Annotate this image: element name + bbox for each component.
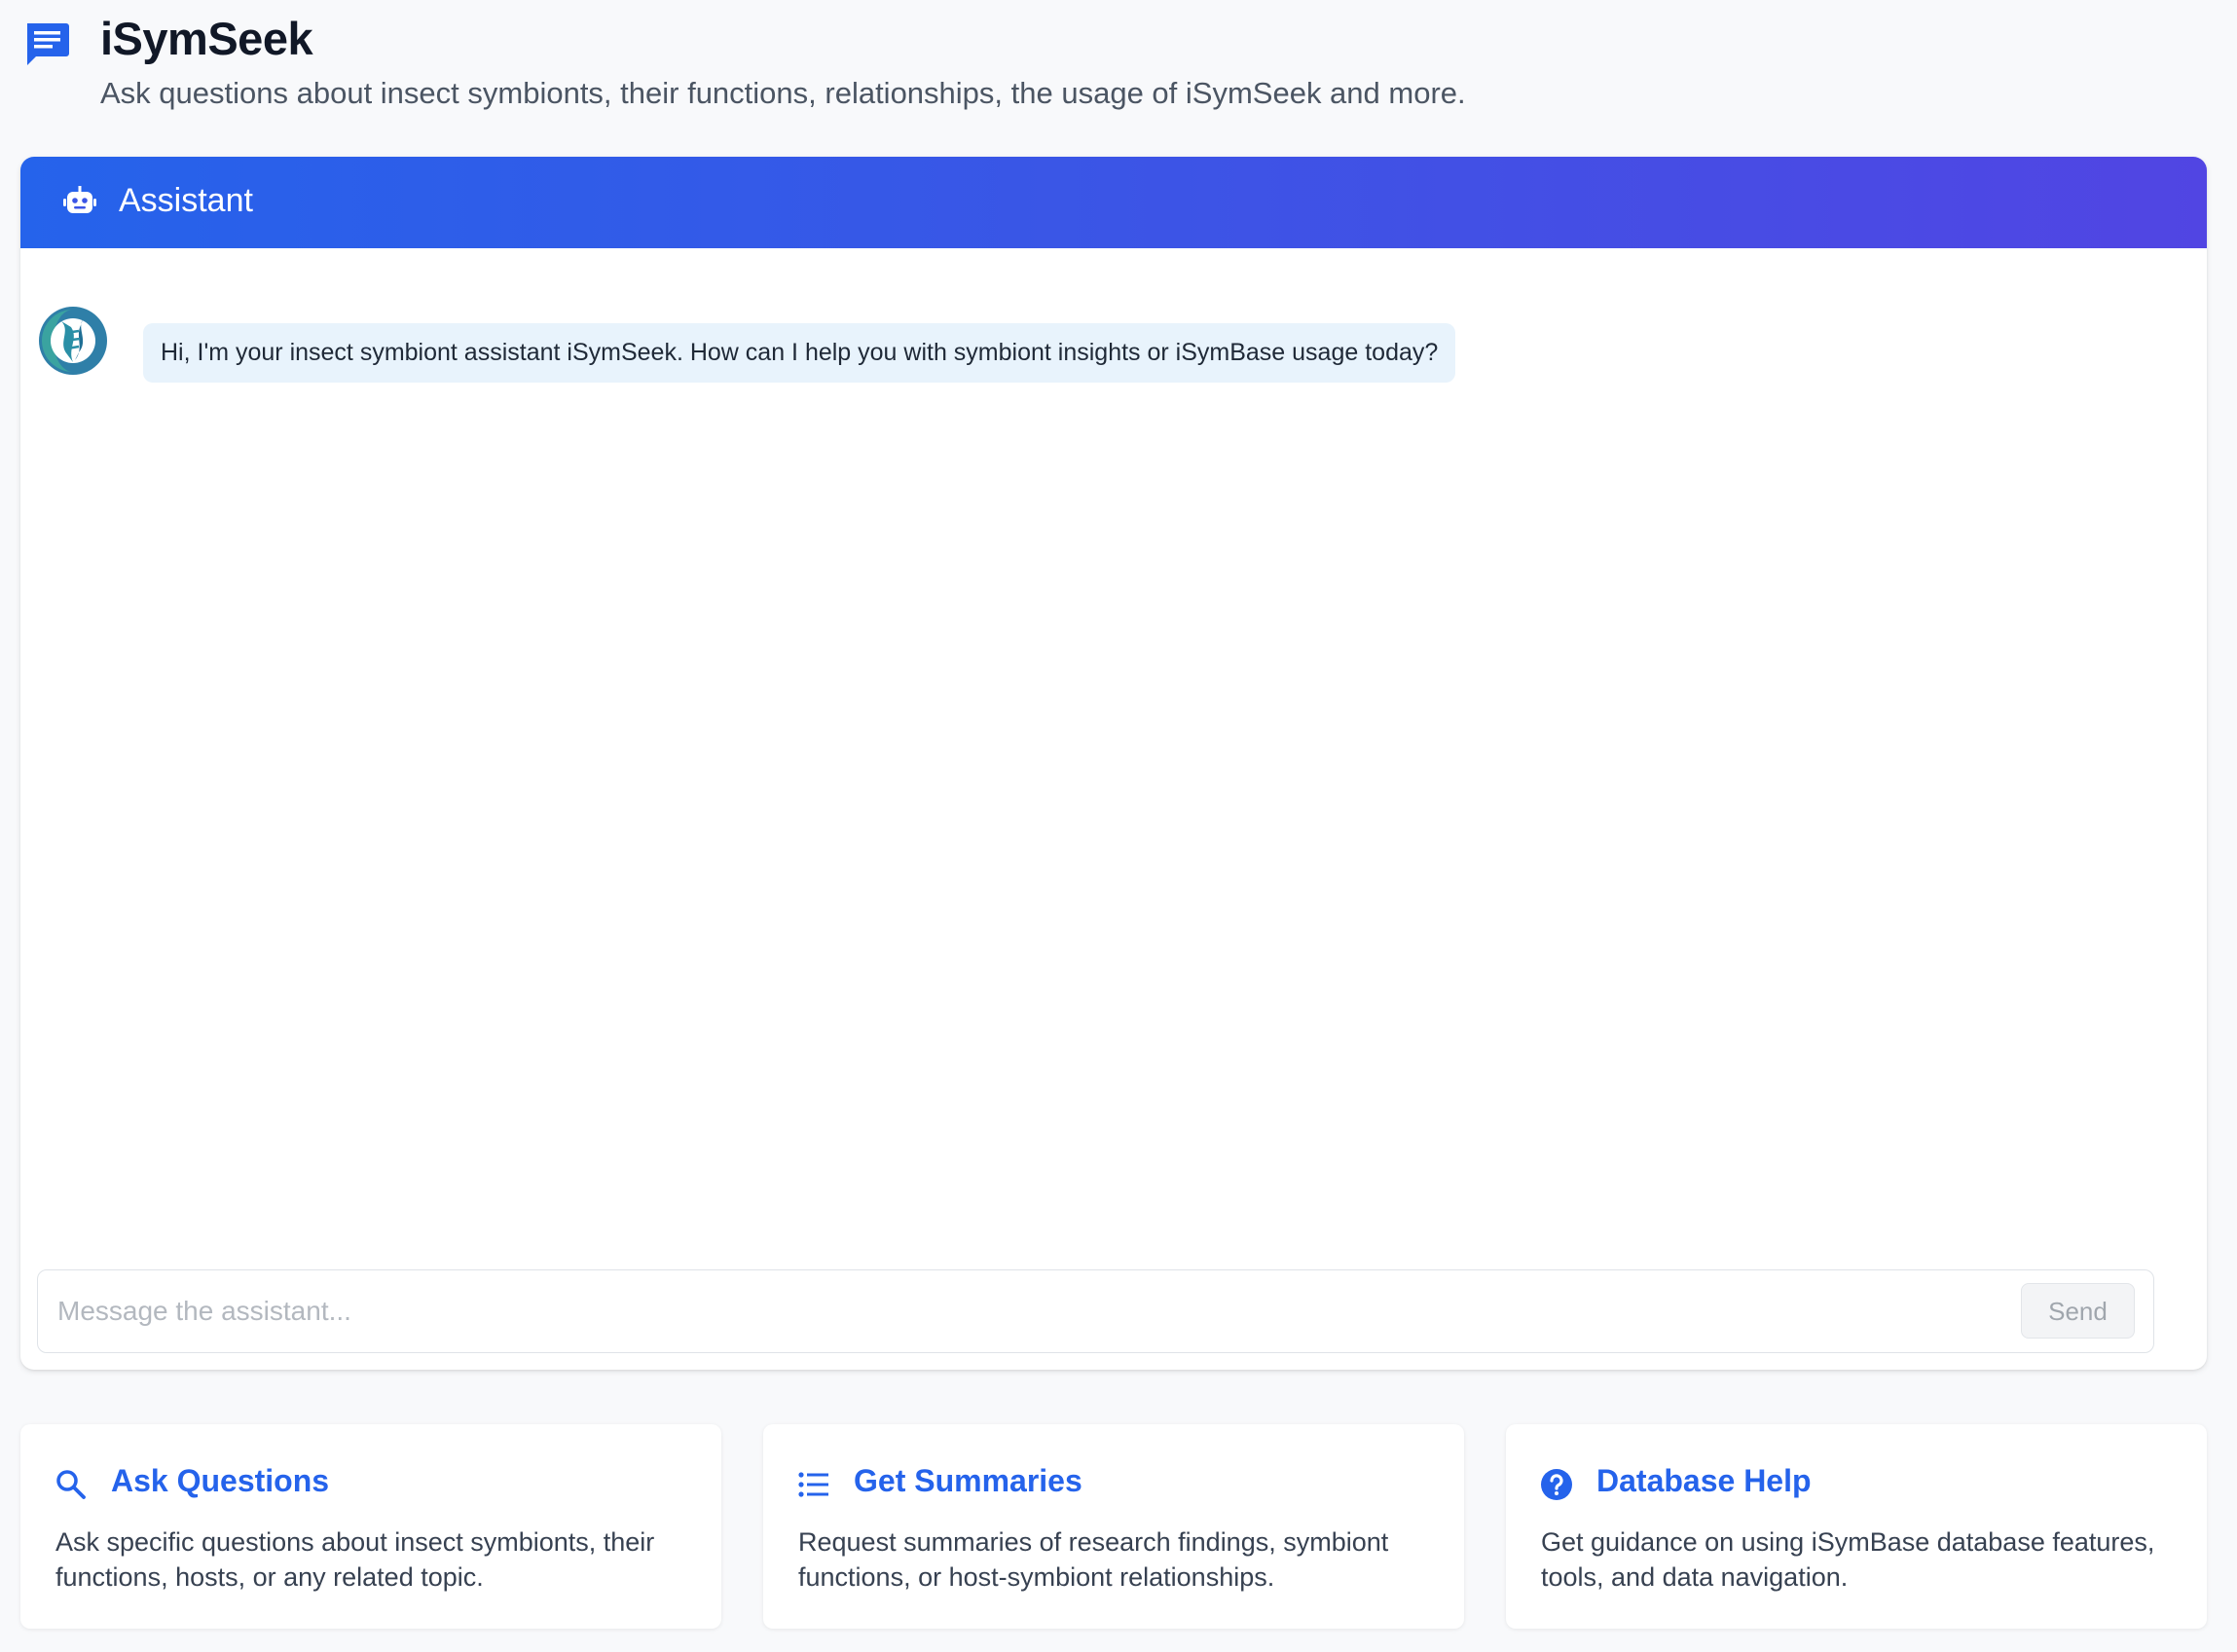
chat-panel: Assistant Hi, I'm your insect symbiont a… bbox=[20, 157, 2207, 1370]
feature-card-database-help: Database Help Get guidance on using iSym… bbox=[1506, 1424, 2207, 1629]
feature-description: Ask specific questions about insect symb… bbox=[55, 1527, 655, 1592]
page-title: iSymSeek bbox=[100, 13, 313, 64]
feature-card-ask-questions: Ask Questions Ask specific questions abo… bbox=[20, 1424, 721, 1629]
assistant-avatar bbox=[38, 306, 108, 376]
assistant-message: Hi, I'm your insect symbiont assistant i… bbox=[143, 323, 1456, 383]
chat-header-label: Assistant bbox=[119, 182, 253, 219]
feature-title: Ask Questions bbox=[111, 1463, 330, 1498]
feature-description: Request summaries of research findings, … bbox=[798, 1527, 1389, 1592]
feature-description: Get guidance on using iSymBase database … bbox=[1541, 1527, 2155, 1592]
search-icon bbox=[56, 1470, 86, 1499]
feature-title: Get Summaries bbox=[854, 1463, 1082, 1498]
list-icon bbox=[798, 1472, 828, 1497]
send-button[interactable]: Send bbox=[2021, 1283, 2135, 1339]
chat-header: Assistant bbox=[20, 157, 2207, 248]
help-circle-icon bbox=[1541, 1469, 1572, 1500]
page-subtitle: Ask questions about insect symbionts, th… bbox=[100, 76, 1466, 110]
message-input[interactable] bbox=[57, 1288, 2004, 1335]
feature-title: Database Help bbox=[1596, 1463, 1812, 1498]
feature-card-get-summaries: Get Summaries Request summaries of resea… bbox=[763, 1424, 1464, 1629]
chat-message-icon bbox=[27, 23, 69, 65]
symbiont-logo-icon bbox=[39, 307, 107, 375]
robot-icon bbox=[63, 186, 96, 213]
page-header: iSymSeek Ask questions about insect symb… bbox=[0, 0, 2237, 146]
message-composer: Send bbox=[37, 1269, 2154, 1353]
